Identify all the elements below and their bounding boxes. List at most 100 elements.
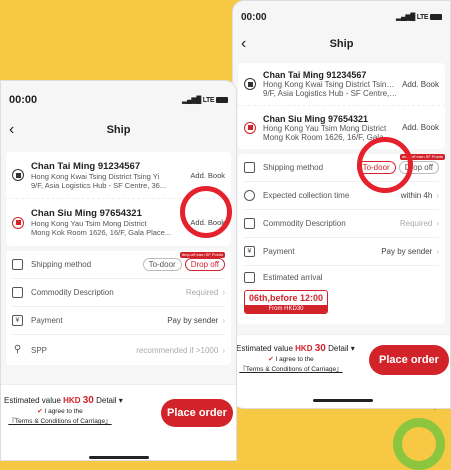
place-order-button[interactable]: Place order (369, 345, 449, 375)
spp-label: SPP (31, 345, 48, 355)
back-chevron-icon[interactable]: ‹ (9, 122, 14, 138)
sender-name: Chan Tai Ming 91234567 (263, 70, 367, 80)
address-card: Chan Tai Ming 91234567 Hong Kong Kwai Ts… (238, 63, 445, 149)
spp-icon: ⚲ (13, 344, 22, 355)
battery-icon (216, 97, 228, 103)
detail-link[interactable]: Detail (328, 344, 348, 353)
options-card: Shipping method To-door Drop off drop-of… (238, 154, 445, 324)
sender-address-book-button[interactable]: Add. Book (190, 171, 225, 180)
options-card: Shipping method To-door Drop off drop-of… (6, 251, 231, 365)
drop-off-points-tag: drop-off earn SF Points (179, 252, 225, 258)
currency: HKD (63, 396, 81, 405)
place-order-button[interactable]: Place order (161, 399, 233, 427)
nav-bar: ‹ Ship (233, 33, 450, 57)
status-time: 00:00 (241, 11, 267, 23)
receiver-icon (244, 121, 256, 134)
sender-address[interactable]: Chan Tai Ming 91234567 Hong Kong Kwai Ts… (238, 63, 445, 106)
signal-icon: ▂▄▆█ LTE (396, 13, 442, 21)
decor-ring (393, 418, 445, 470)
arrival-option-wrap: 06th,before 12:00 From HKD30 (244, 288, 439, 324)
check-icon: ✔ (37, 408, 43, 415)
commodity-value: Required (185, 288, 219, 297)
drop-off-option[interactable]: Drop off (184, 258, 225, 271)
commodity-label: Commodity Description (31, 288, 114, 297)
estimated-value[interactable]: Estimated value HKD 30 Detail ▾ (236, 343, 355, 354)
terms-link[interactable]: 『Terms & Conditions of Carriage』 (239, 366, 342, 373)
box-icon (12, 259, 23, 270)
truck-icon (244, 271, 255, 283)
shipping-method-label: Shipping method (263, 163, 324, 172)
network-label: LTE (416, 13, 429, 21)
commodity-value: Required (399, 219, 433, 228)
chevron-right-icon: › (436, 247, 439, 256)
signal-icon: ▂▄▆█ LTE (182, 96, 228, 104)
document-icon (244, 218, 255, 229)
payment-row[interactable]: ¥ Payment Pay by sender › (12, 307, 225, 335)
payment-value: Pay by sender (167, 316, 219, 325)
order-footer: Estimated value HKD 30 Detail ▾ ✔ I agre… (233, 334, 450, 408)
sender-address-book-button[interactable]: Add. Book (402, 80, 439, 89)
payment-icon: ¥ (244, 246, 255, 257)
sender-icon (244, 78, 256, 90)
estimated-amount: 30 (314, 343, 326, 354)
order-footer: Estimated value HKD 30 Detail ▾ ✔ I agre… (1, 384, 236, 460)
arrival-time: 06th,before 12:00 (249, 293, 324, 303)
agree-terms[interactable]: ✔ I agree to the 『Terms & Conditions of … (236, 355, 346, 373)
receiver-name: Chan Siu Ming 97654321 (31, 208, 142, 219)
nav-bar: ‹ Ship (1, 119, 236, 143)
network-label: LTE (202, 96, 215, 104)
sender-name: Chan Tai Ming 91234567 (31, 160, 141, 172)
page-title: Ship (329, 38, 354, 50)
chevron-right-icon: › (222, 288, 225, 297)
estimated-value[interactable]: Estimated value HKD 30 Detail ▾ (4, 395, 123, 406)
spp-row[interactable]: ⚲ SPP recommended if >1000 › (12, 335, 225, 365)
chevron-right-icon: › (222, 345, 225, 355)
receiver-address[interactable]: Chan Siu Ming 97654321 Hong Kong Yau Tsi… (238, 106, 445, 149)
collection-time-value: within 4h (400, 191, 433, 200)
back-chevron-icon[interactable]: ‹ (241, 36, 246, 52)
estimated-label: Estimated value (4, 396, 61, 405)
receiver-address-book-button[interactable]: Add. Book (402, 123, 439, 132)
document-icon (12, 287, 23, 298)
shipping-method-row: Shipping method To-door Drop off drop-of… (12, 251, 225, 279)
arrival-price: From HKD30 (245, 305, 328, 313)
terms-link[interactable]: 『Terms & Conditions of Carriage』 (8, 418, 111, 425)
sender-line2: 9/F, Asia Logistics Hub - SF Centre, 36.… (263, 89, 399, 98)
home-indicator (313, 399, 373, 402)
commodity-row[interactable]: Commodity Description Required › (12, 279, 225, 307)
chevron-right-icon: › (222, 316, 225, 325)
status-time: 00:00 (9, 94, 38, 106)
to-door-option[interactable]: To-door (142, 258, 182, 271)
receiver-line2: Mong Kok Room 1626, 16/F, Gala Place... (31, 228, 172, 237)
payment-row[interactable]: ¥ Payment Pay by sender › (244, 238, 439, 266)
arrival-row: Estimated arrival (244, 266, 439, 288)
receiver-name: Chan Siu Ming 97654321 (263, 113, 369, 124)
highlight-circle (180, 186, 232, 238)
commodity-label: Commodity Description (263, 219, 346, 228)
agree-terms[interactable]: ✔ I agree to the 『Terms & Conditions of … (4, 407, 116, 425)
receiver-icon (12, 216, 24, 229)
phone-screen-back: 00:00 ▂▄▆█ LTE ‹ Ship Chan Tai Ming 9123… (232, 0, 451, 409)
payment-label: Payment (31, 316, 63, 325)
estimated-label: Estimated value (236, 344, 293, 353)
clock-icon (244, 190, 255, 201)
sender-line2: 9/F, Asia Logistics Hub - SF Centre, 36.… (31, 180, 167, 190)
sender-line1: Hong Kong Kwai Tsing District Tsing Yi (263, 80, 399, 89)
check-icon: ✔ (268, 356, 274, 363)
collection-time-row[interactable]: Expected collection time within 4h › (244, 182, 439, 210)
commodity-row[interactable]: Commodity Description Required › (244, 210, 439, 238)
battery-icon (430, 14, 442, 20)
highlight-circle (357, 137, 413, 193)
arrival-label: Estimated arrival (263, 272, 323, 282)
caret-down-icon: ▾ (118, 396, 123, 405)
payment-value: Pay by sender (381, 247, 433, 256)
detail-link[interactable]: Detail (96, 396, 116, 405)
arrival-option[interactable]: 06th,before 12:00 From HKD30 (244, 290, 329, 314)
box-icon (244, 162, 255, 173)
chevron-right-icon: › (436, 191, 439, 200)
spp-value: recommended if >1000 (136, 345, 219, 355)
payment-label: Payment (263, 247, 295, 256)
agree-label: I agree to the (44, 408, 83, 415)
agree-label: I agree to the (275, 356, 314, 363)
sender-icon (12, 169, 24, 181)
